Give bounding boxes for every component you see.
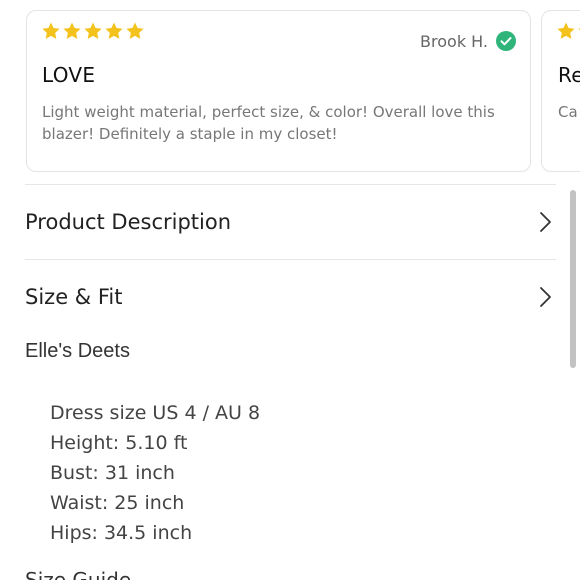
- accordion-size-fit[interactable]: Size & Fit: [25, 260, 556, 334]
- size-detail: Dress size US 4 / AU 8: [50, 402, 261, 424]
- accordion-label: Size & Fit: [25, 285, 123, 309]
- rating-stars: [41, 21, 145, 41]
- star-icon: [125, 21, 145, 41]
- chevron-right-icon: [540, 212, 551, 232]
- scrollbar-thumb[interactable]: [570, 190, 576, 368]
- rating-stars: [556, 21, 580, 41]
- size-guide-heading: Size Guide: [25, 568, 132, 580]
- review-card-next[interactable]: Re Ca it's orc: [541, 10, 580, 172]
- accordion-product-description[interactable]: Product Description: [25, 185, 556, 259]
- verified-check-icon: [496, 31, 516, 51]
- review-title: Re: [558, 63, 580, 87]
- star-icon: [556, 21, 576, 41]
- star-icon: [104, 21, 124, 41]
- review-body: Ca it's orc: [558, 103, 580, 121]
- review-title: LOVE: [42, 63, 96, 87]
- size-details-list: Dress size US 4 / AU 8 Height: 5.10 ft B…: [50, 398, 260, 548]
- size-detail: Bust: 31 inch: [50, 462, 175, 484]
- star-icon: [83, 21, 103, 41]
- size-detail: Hips: 34.5 inch: [50, 522, 193, 544]
- chevron-right-icon: [540, 287, 551, 307]
- review-card[interactable]: Brook H. LOVE Light weight material, per…: [26, 10, 531, 172]
- product-page: Brook H. LOVE Light weight material, per…: [0, 0, 580, 580]
- review-body: Light weight material, perfect size, & c…: [42, 103, 495, 143]
- accordion-label: Product Description: [25, 210, 232, 234]
- size-detail: Waist: 25 inch: [50, 492, 185, 514]
- reviewer-name: Brook H.: [420, 31, 488, 51]
- star-icon: [62, 21, 82, 41]
- size-fit-subtitle: Elle's Deets: [25, 340, 130, 362]
- reviewer: Brook H.: [420, 31, 516, 51]
- size-detail: Height: 5.10 ft: [50, 432, 188, 454]
- star-icon: [41, 21, 61, 41]
